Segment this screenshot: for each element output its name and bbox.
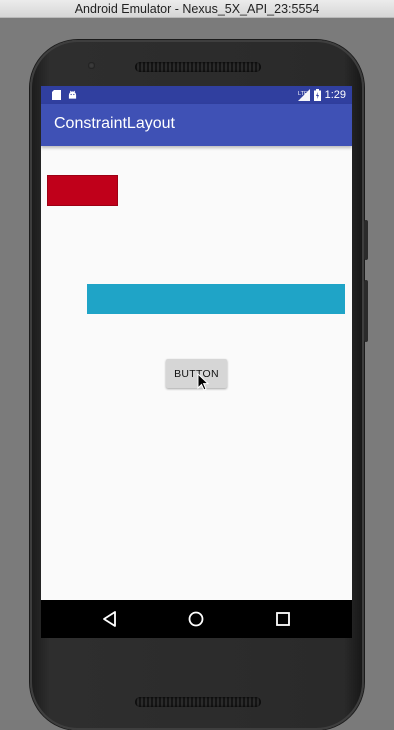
app-title: ConstraintLayout: [54, 115, 175, 132]
volume-button[interactable]: [364, 280, 368, 342]
navigation-bar: [41, 600, 352, 638]
android-icon: [68, 90, 77, 99]
status-time: 1:29: [324, 89, 346, 101]
cyan-view: [87, 284, 345, 314]
mouse-cursor-icon: [197, 373, 209, 391]
network-type-label: LTE: [298, 91, 308, 97]
signal-icon: LTE: [297, 89, 310, 101]
front-camera: [88, 62, 95, 69]
bottom-speaker: [135, 697, 261, 707]
recents-icon[interactable]: [272, 608, 294, 630]
device-screen: LTE 1:29 ConstraintLayout BUTTON: [41, 86, 352, 638]
status-bar: LTE 1:29: [41, 86, 352, 104]
sd-card-icon: [52, 90, 61, 100]
emulator-titlebar: Android Emulator - Nexus_5X_API_23:5554: [0, 0, 394, 18]
app-bar: ConstraintLayout: [41, 104, 352, 146]
home-icon[interactable]: [185, 608, 207, 630]
back-icon[interactable]: [99, 608, 121, 630]
status-bar-right: LTE 1:29: [297, 88, 346, 102]
emulator-window-title: Android Emulator - Nexus_5X_API_23:5554: [74, 2, 320, 16]
power-button[interactable]: [364, 220, 368, 260]
battery-icon: [313, 89, 321, 101]
top-speaker: [135, 62, 261, 72]
red-view: [47, 175, 118, 206]
